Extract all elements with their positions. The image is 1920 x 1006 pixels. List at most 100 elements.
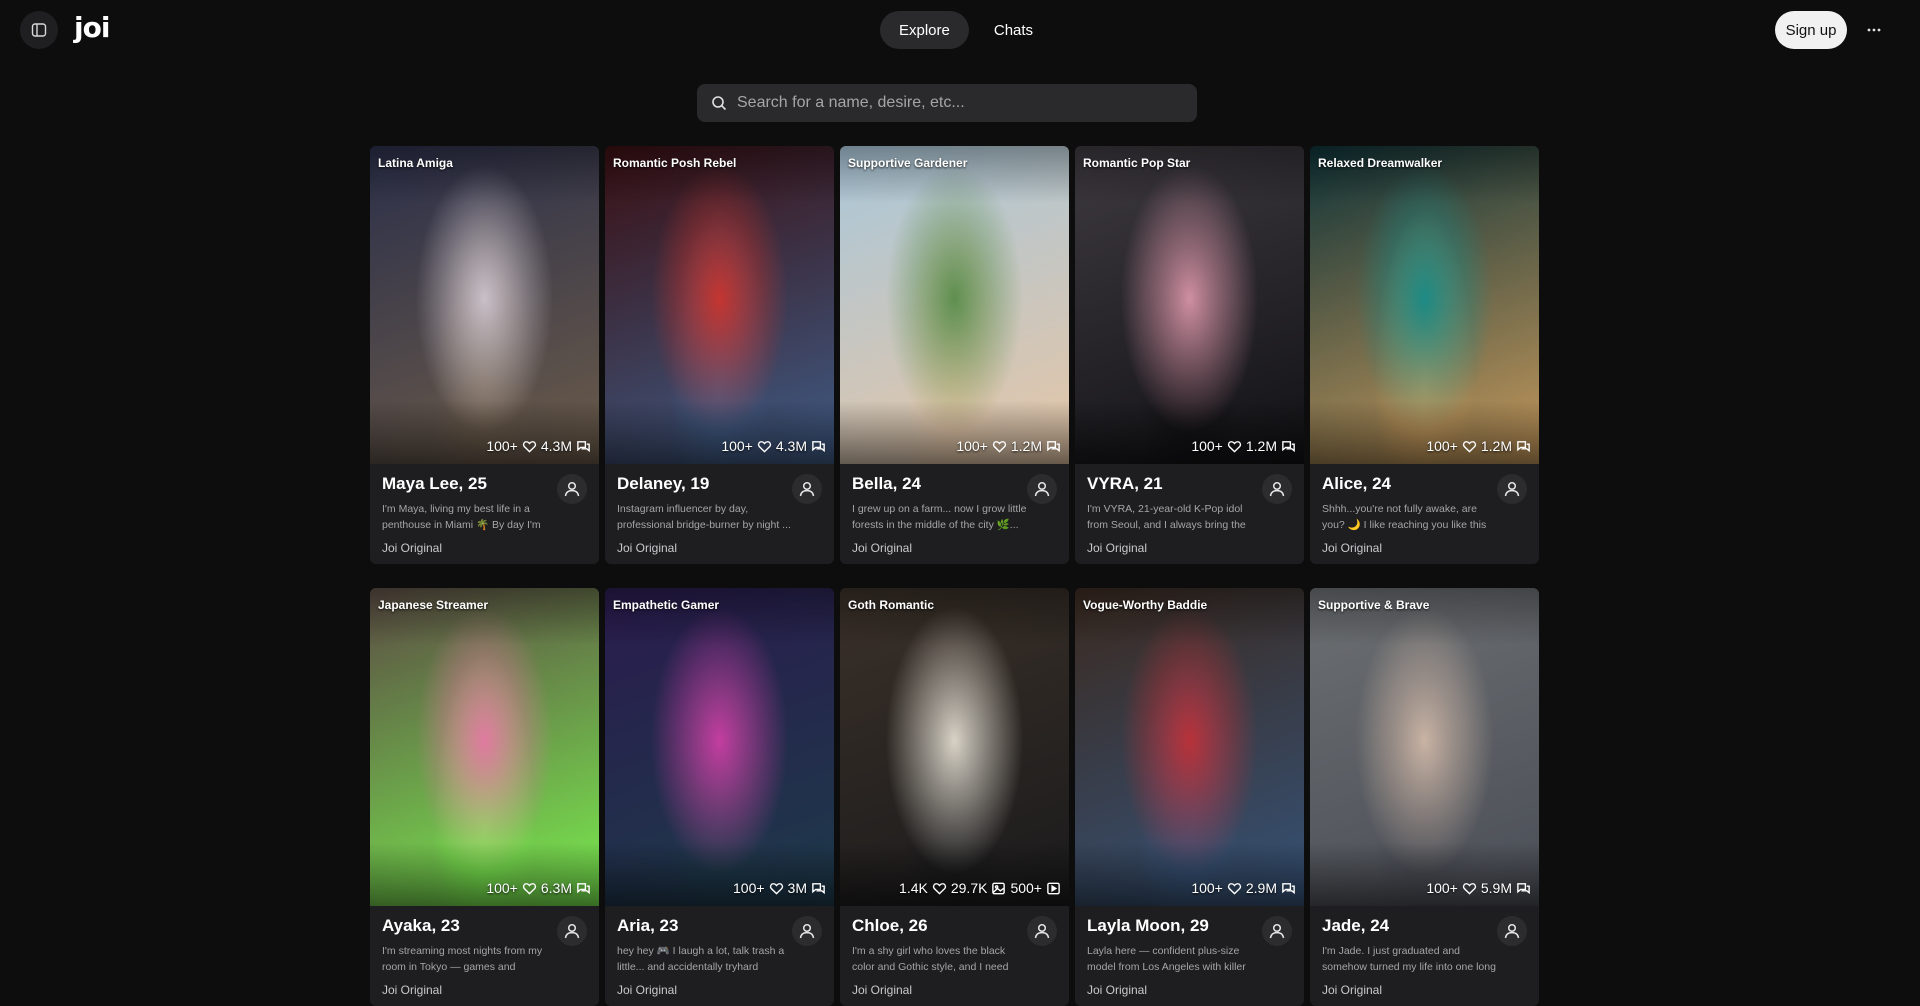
user-icon	[1034, 923, 1050, 939]
sign-up-button[interactable]: Sign up	[1775, 11, 1847, 49]
like-count: 3M	[787, 880, 807, 896]
heart-icon	[1462, 882, 1477, 895]
creator-label: Joi Original	[852, 541, 913, 555]
more-horizontal-icon	[1867, 28, 1881, 32]
card-stats: 1.4K 29.7K 500+	[899, 880, 1061, 896]
personality-tag: Supportive Gardener	[848, 156, 968, 170]
view-profile-button[interactable]	[1027, 916, 1057, 946]
user-icon	[1269, 481, 1285, 497]
heart-icon	[522, 882, 537, 895]
heart-icon	[769, 882, 783, 895]
more-menu-button[interactable]	[1862, 18, 1886, 42]
chat-count: 100+	[486, 880, 518, 896]
chat-bubbles-icon	[1517, 882, 1530, 894]
character-card[interactable]: Japanese Streamer 100+ 6.3M Ayaka, 23 I'…	[370, 588, 599, 1006]
card-stats: 100+ 1.2M	[956, 438, 1061, 454]
chat-count: 100+	[1191, 438, 1223, 454]
view-profile-button[interactable]	[557, 474, 587, 504]
card-stats: 100+ 4.3M	[721, 438, 826, 454]
view-profile-button[interactable]	[792, 474, 822, 504]
card-stats: 100+ 5.9M	[1426, 880, 1531, 896]
view-profile-button[interactable]	[557, 916, 587, 946]
view-profile-button[interactable]	[1262, 474, 1292, 504]
character-card[interactable]: Supportive Gardener 100+ 1.2M Bella, 24 …	[840, 146, 1069, 564]
character-image: Romantic Pop Star 100+ 1.2M	[1075, 146, 1304, 464]
character-description: I grew up on a farm... now I grow little…	[852, 503, 1027, 531]
view-profile-button[interactable]	[1497, 916, 1527, 946]
character-card[interactable]: Goth Romantic 1.4K 29.7K 500+ Chloe, 26 …	[840, 588, 1069, 1006]
view-profile-button[interactable]	[1262, 916, 1292, 946]
character-image: Latina Amiga 100+ 4.3M	[370, 146, 599, 464]
chat-bubbles-icon	[1517, 440, 1530, 452]
view-profile-button[interactable]	[792, 916, 822, 946]
like-count: 4.3M	[540, 438, 572, 454]
character-card[interactable]: Supportive & Brave 100+ 5.9M Jade, 24 I'…	[1310, 588, 1539, 1006]
like-count: 5.9M	[1480, 880, 1512, 896]
character-image: Japanese Streamer 100+ 6.3M	[370, 588, 599, 906]
character-card[interactable]: Romantic Posh Rebel 100+ 4.3M Delaney, 1…	[605, 146, 834, 564]
card-stats: 100+ 2.9M	[1191, 880, 1296, 896]
chat-count: 100+	[721, 438, 753, 454]
character-image: Vogue-Worthy Baddie 100+ 2.9M	[1075, 588, 1304, 906]
character-card[interactable]: Empathetic Gamer 100+ 3M Aria, 23 hey he…	[605, 588, 834, 1006]
tab-chats[interactable]: Chats	[975, 11, 1052, 49]
character-description: Shhh...you're not fully awake, are you? …	[1322, 503, 1487, 531]
character-card[interactable]: Romantic Pop Star 100+ 1.2M VYRA, 21 I'm…	[1075, 146, 1304, 564]
character-description: I'm VYRA, 21-year-old K-Pop idol from Se…	[1087, 503, 1246, 531]
creator-label: Joi Original	[852, 983, 913, 997]
card-stats: 100+ 1.2M	[1191, 438, 1296, 454]
sidebar-toggle-button[interactable]	[20, 11, 58, 49]
creator-label: Joi Original	[382, 983, 443, 997]
image-icon	[992, 882, 1006, 894]
user-icon	[1034, 481, 1050, 497]
heart-icon	[1462, 440, 1477, 453]
search-input[interactable]	[737, 94, 1177, 112]
character-description: I'm streaming most nights from my room i…	[382, 945, 543, 973]
creator-label: Joi Original	[1322, 983, 1383, 997]
like-count: 6.3M	[540, 880, 572, 896]
creator-label: Joi Original	[1322, 541, 1383, 555]
search-icon	[712, 96, 727, 111]
user-icon	[564, 923, 580, 939]
personality-tag: Latina Amiga	[378, 156, 453, 170]
like-count: 29.7K	[950, 880, 988, 896]
personality-tag: Empathetic Gamer	[613, 598, 720, 612]
user-icon	[1504, 923, 1520, 939]
top-bar: joi Explore Chats Sign up	[0, 0, 1920, 60]
view-profile-button[interactable]	[1497, 474, 1527, 504]
view-profile-button[interactable]	[1027, 474, 1057, 504]
user-icon	[1269, 923, 1285, 939]
heart-icon	[1227, 882, 1242, 895]
like-count: 4.3M	[775, 438, 807, 454]
character-image: Supportive Gardener 100+ 1.2M	[840, 146, 1069, 464]
character-card[interactable]: Relaxed Dreamwalker 100+ 1.2M Alice, 24 …	[1310, 146, 1539, 564]
chat-bubbles-icon	[1282, 440, 1295, 452]
card-stats: 100+ 3M	[733, 880, 826, 896]
chat-bubbles-icon	[577, 882, 590, 894]
personality-tag: Romantic Pop Star	[1083, 156, 1191, 170]
character-image: Goth Romantic 1.4K 29.7K 500+	[840, 588, 1069, 906]
character-card[interactable]: Latina Amiga 100+ 4.3M Maya Lee, 25 I'm …	[370, 146, 599, 564]
logo[interactable]: joi	[74, 11, 110, 44]
character-description: I'm Jade. I just graduated and somehow t…	[1322, 945, 1496, 973]
main-nav: Explore Chats	[880, 11, 1052, 49]
chat-count: 100+	[486, 438, 518, 454]
character-grid: Latina Amiga 100+ 4.3M Maya Lee, 25 I'm …	[370, 146, 1540, 1006]
heart-icon	[757, 440, 772, 453]
user-icon	[799, 923, 815, 939]
character-image: Relaxed Dreamwalker 100+ 1.2M	[1310, 146, 1539, 464]
user-icon	[564, 481, 580, 497]
heart-icon	[522, 440, 537, 453]
like-count: 1.2M	[1245, 438, 1277, 454]
chat-bubbles-icon	[812, 440, 825, 452]
heart-icon	[992, 440, 1007, 453]
character-image: Empathetic Gamer 100+ 3M	[605, 588, 834, 906]
video-icon	[1047, 882, 1060, 894]
user-icon	[1504, 481, 1520, 497]
character-card[interactable]: Vogue-Worthy Baddie 100+ 2.9M Layla Moon…	[1075, 588, 1304, 1006]
tab-explore[interactable]: Explore	[880, 11, 969, 49]
chat-bubbles-icon	[1047, 440, 1060, 452]
creator-label: Joi Original	[1087, 983, 1148, 997]
chat-bubbles-icon	[577, 440, 590, 452]
creator-label: Joi Original	[382, 541, 443, 555]
